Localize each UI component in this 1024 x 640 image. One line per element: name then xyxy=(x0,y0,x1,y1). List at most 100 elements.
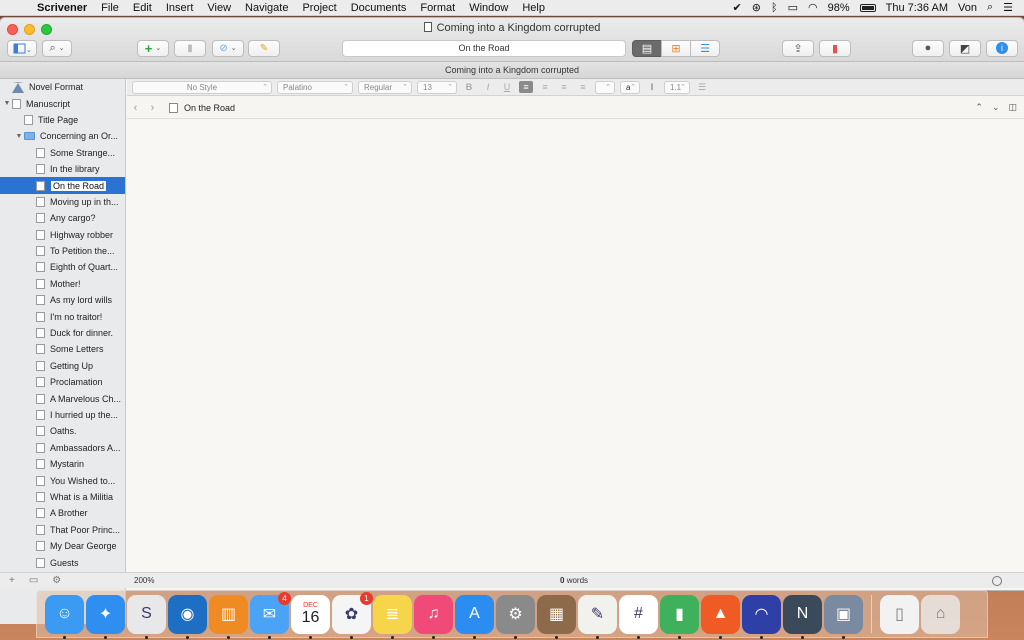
dock-books-icon[interactable]: ▥ xyxy=(209,594,248,639)
binder-item[interactable]: A Marvelous Ch... xyxy=(0,390,125,406)
binder-item[interactable]: To Petition the... xyxy=(0,243,125,259)
binder-item[interactable]: Oaths. xyxy=(0,423,125,439)
menu-navigate[interactable]: Navigate xyxy=(238,2,295,14)
dock-numbers-icon[interactable]: ▮ xyxy=(660,594,699,639)
binder-item[interactable]: Some Letters xyxy=(0,341,125,357)
binder-toggle-button[interactable]: ⌄ xyxy=(7,39,37,57)
link-button[interactable]: ⊘ ⌄ xyxy=(212,39,244,57)
paragraph-style-select[interactable]: No Style xyxy=(132,80,272,94)
binder-item[interactable]: Proclamation xyxy=(0,374,125,390)
dock-scrivener-icon[interactable]: S xyxy=(127,594,166,639)
disclosure-triangle-icon[interactable]: ▼ xyxy=(14,133,24,140)
wifi-icon[interactable]: ◠ xyxy=(803,1,823,14)
bold-button[interactable]: B xyxy=(462,82,476,92)
bluetooth-icon[interactable]: ᛒ xyxy=(766,2,783,14)
binder-item[interactable]: On the Road xyxy=(0,177,125,194)
notification-center-icon[interactable]: ☰ xyxy=(998,1,1018,14)
spotlight-icon[interactable]: ⌕ xyxy=(982,1,998,14)
dock-calendar-icon[interactable]: DEC 16 xyxy=(291,594,330,639)
binder-item[interactable]: Title Page xyxy=(0,112,125,128)
composition-mode-button[interactable]: ◩ xyxy=(949,39,981,57)
battery-icon[interactable] xyxy=(855,2,881,14)
binder[interactable]: Novel Format ▼ Manuscript Title Page ▼ Concer… xyxy=(0,79,126,624)
binder-item[interactable]: I hurried up the... xyxy=(0,407,125,423)
add-folder-icon[interactable]: ▭ xyxy=(29,575,38,586)
text-color-select[interactable]: a xyxy=(620,80,640,94)
add-item-button[interactable]: + ⌄ xyxy=(137,39,169,57)
list-icon[interactable]: ☰ xyxy=(695,82,709,93)
binder-item[interactable]: You Wished to... xyxy=(0,472,125,488)
share-button[interactable]: ⇪ xyxy=(782,39,814,57)
inspector-button[interactable]: i xyxy=(986,39,1018,57)
checkmark-status-icon[interactable]: ✔ xyxy=(728,1,747,14)
align-center-button[interactable]: ≡ xyxy=(538,82,552,92)
dock-brave-icon[interactable]: ▲ xyxy=(701,594,740,639)
dock-textedit-icon[interactable]: ✎ xyxy=(578,594,617,639)
binder-item[interactable]: Guests xyxy=(0,554,125,570)
binder-item[interactable]: My Dear George xyxy=(0,538,125,554)
italic-button[interactable]: I xyxy=(481,82,495,92)
binder-item[interactable]: Highway robber xyxy=(0,227,125,243)
binder-item[interactable]: What is a Militia xyxy=(0,489,125,505)
menu-insert[interactable]: Insert xyxy=(159,2,201,14)
dock-trash-icon[interactable]: ⌂ xyxy=(921,594,960,634)
dock-finder-icon[interactable]: ☺ xyxy=(45,594,84,639)
compose-button[interactable]: ✎ xyxy=(248,39,280,57)
align-right-button[interactable]: ≡ xyxy=(557,82,571,92)
font-weight-select[interactable]: Regular xyxy=(358,80,412,94)
menu-view[interactable]: View xyxy=(200,2,238,14)
binder-item[interactable]: Mother! xyxy=(0,276,125,292)
binder-item[interactable]: A Brother xyxy=(0,505,125,521)
scrivenings-view-button[interactable]: ▤ xyxy=(632,39,662,57)
split-editor-icon[interactable]: ◫ xyxy=(1008,102,1017,113)
clock[interactable]: Thu 7:36 AM xyxy=(881,2,953,14)
menu-app-scrivener[interactable]: Scrivener xyxy=(30,2,94,14)
dock-safari-icon[interactable]: ✦ xyxy=(86,594,125,639)
font-size-select[interactable]: 13 xyxy=(417,80,457,94)
dock-preview-icon[interactable]: ▣ xyxy=(824,594,863,639)
dock-document-stack-icon[interactable]: ▯ xyxy=(880,594,919,634)
line-spacing-select[interactable]: 1.1 xyxy=(664,80,690,94)
airplay-icon[interactable]: ▭ xyxy=(783,1,803,14)
binder-item[interactable]: Novel Format xyxy=(0,79,125,95)
binder-item[interactable]: ▼ Concerning an Or... xyxy=(0,128,125,144)
editor-text-area[interactable] xyxy=(127,120,1024,588)
accessibility-icon[interactable]: ⊛ xyxy=(747,1,766,14)
dictation-button[interactable]: ● xyxy=(912,39,944,57)
move-to-trash-button[interactable]: ▮ xyxy=(174,39,206,57)
binder-item[interactable]: As my lord wills xyxy=(0,292,125,308)
align-left-button[interactable]: ≡ xyxy=(519,81,533,93)
binder-item[interactable]: In the library xyxy=(0,161,125,177)
menu-edit[interactable]: Edit xyxy=(126,2,159,14)
outliner-view-button[interactable]: ☰ xyxy=(690,39,720,57)
dock-app-store-icon[interactable]: A xyxy=(455,594,494,639)
dock-browser-icon[interactable]: ◉ xyxy=(168,594,207,639)
binder-item[interactable]: Some Strange... xyxy=(0,145,125,161)
menu-file[interactable]: File xyxy=(94,2,126,14)
binder-item[interactable]: Duck for dinner. xyxy=(0,325,125,341)
dock-slack-icon[interactable]: # xyxy=(619,594,658,639)
menu-documents[interactable]: Documents xyxy=(344,2,414,14)
menu-project[interactable]: Project xyxy=(295,2,343,14)
binder-item[interactable]: Mystarin xyxy=(0,456,125,472)
binder-item[interactable]: Ambassadors A... xyxy=(0,440,125,456)
font-family-select[interactable]: Palatino xyxy=(277,80,353,94)
quick-search-button[interactable]: ⌕ ⌄ xyxy=(42,39,72,57)
align-justify-button[interactable]: ≡ xyxy=(576,82,590,92)
bookmark-button[interactable]: ▮ xyxy=(819,39,851,57)
dock-audacity-icon[interactable]: ◠ xyxy=(742,594,781,639)
dock-calculator-icon[interactable]: ▦ xyxy=(537,594,576,639)
binder-item[interactable]: Any cargo? xyxy=(0,210,125,226)
binder-item[interactable]: I'm no traitor! xyxy=(0,308,125,324)
dock-music-icon[interactable]: ♫ xyxy=(414,594,453,639)
forward-arrow-icon[interactable]: › xyxy=(144,102,161,114)
dock-n-app-icon[interactable]: N xyxy=(783,594,822,639)
disclosure-triangle-icon[interactable]: ▼ xyxy=(2,100,12,107)
dock-notes-icon[interactable]: ≣ xyxy=(373,594,412,639)
menu-window[interactable]: Window xyxy=(462,2,515,14)
menu-help[interactable]: Help xyxy=(515,2,552,14)
gear-icon[interactable]: ⚙ xyxy=(52,575,61,586)
target-icon[interactable] xyxy=(992,575,1002,586)
zoom-select[interactable]: 200% xyxy=(134,576,154,585)
corkboard-view-button[interactable]: ⊞ xyxy=(661,39,691,57)
